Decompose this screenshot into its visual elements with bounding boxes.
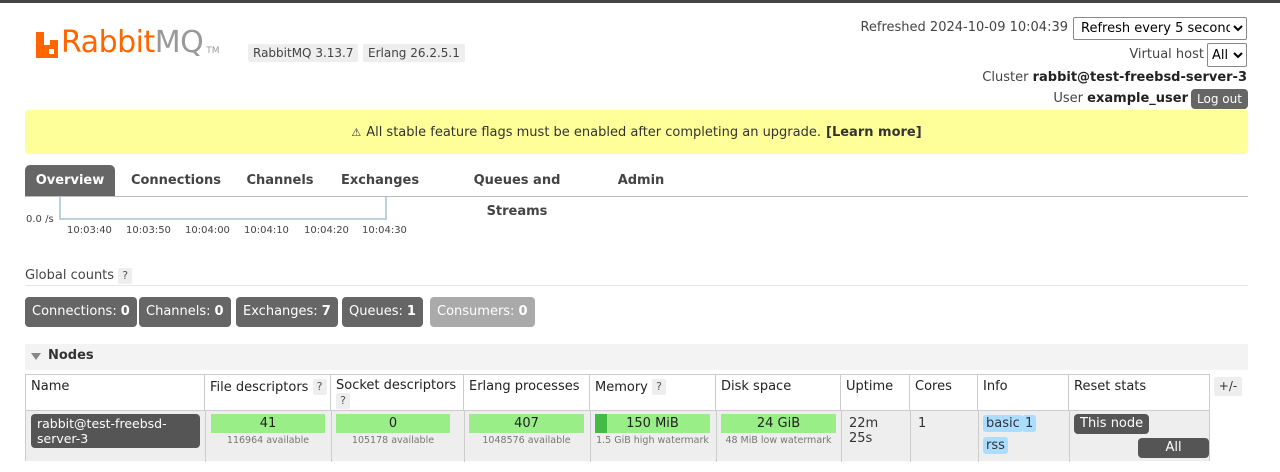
virtual-host-select[interactable]: All — [1207, 43, 1247, 67]
cluster-name: rabbit@test-freebsd-server-3 — [1032, 70, 1247, 85]
nodes-section-header[interactable]: Nodes — [25, 344, 1248, 370]
chart-x-tick: 10:04:20 — [304, 225, 349, 236]
tab-queues-and-streams[interactable]: Queues and Streams — [443, 165, 591, 219]
disk-space-bar: 24 GiB — [721, 414, 836, 433]
collapse-triangle-icon — [31, 353, 41, 360]
socket-descriptors-bar: 0 — [336, 414, 450, 433]
chart-x-tick: 10:03:50 — [126, 225, 171, 236]
user-info: User example_user — [1053, 91, 1188, 106]
consumers-count-button[interactable]: Consumers: 0 — [430, 297, 535, 327]
uptime-value: 22m 25s — [849, 416, 879, 446]
socket-descriptors-available: 105178 available — [351, 435, 435, 446]
refreshed-time: 2024-10-09 10:04:39 — [929, 20, 1068, 35]
info-tag-basic[interactable]: basic — [983, 415, 1023, 432]
queues-count-button[interactable]: Queues: 1 — [342, 297, 423, 327]
rabbitmq-version-badge: RabbitMQ 3.13.7 — [248, 44, 359, 62]
column-header-reset-stats: Reset stats — [1069, 375, 1209, 410]
banner-text: All stable feature flags must be enabled… — [366, 124, 822, 140]
tab-overview[interactable]: Overview — [25, 165, 115, 196]
column-toggle-button[interactable]: +/- — [1214, 377, 1242, 396]
channels-count-button[interactable]: Channels: 0 — [139, 297, 231, 327]
learn-more-link[interactable]: [Learn more] — [826, 125, 922, 140]
logout-button[interactable]: Log out — [1191, 89, 1248, 109]
column-header-socket-descriptors: Socket descriptors? — [331, 375, 464, 410]
virtual-host-label: Virtual host — [1129, 47, 1204, 62]
nodes-title: Nodes — [48, 348, 94, 363]
global-counts-title: Global counts ? — [25, 268, 133, 284]
column-header-cores: Cores — [910, 375, 978, 410]
help-icon[interactable]: ? — [118, 268, 133, 284]
table-row: rabbit@test-freebsd-server-3 41 116964 a… — [26, 410, 1209, 472]
nodes-table: Name File descriptors ? Socket descripto… — [25, 374, 1210, 472]
erlang-processes-available: 1048576 available — [482, 435, 571, 446]
cluster-info: Cluster rabbit@test-freebsd-server-3 — [982, 70, 1247, 85]
chart-x-tick: 10:03:40 — [67, 225, 112, 236]
file-descriptors-available: 116964 available — [226, 435, 310, 446]
reset-all-nodes-button[interactable]: All nodes — [1138, 438, 1209, 472]
user-name: example_user — [1087, 91, 1188, 106]
file-descriptors-bar: 41 — [211, 414, 325, 433]
info-tag-count[interactable]: 1 — [1022, 415, 1037, 432]
rabbitmq-logo-icon — [36, 32, 58, 58]
column-header-name: Name — [26, 375, 205, 410]
memory-value: 150 MiB — [626, 416, 679, 431]
divider — [25, 285, 1248, 286]
top-bar — [0, 0, 1280, 3]
help-icon[interactable]: ? — [312, 379, 327, 395]
erlang-processes-bar: 407 — [469, 414, 584, 433]
connections-count-button[interactable]: Connections: 0 — [25, 297, 137, 327]
warning-icon: ⚠ — [351, 125, 362, 139]
column-header-disk-space: Disk space — [716, 375, 841, 410]
memory-used-fill — [595, 414, 607, 433]
chart-x-tick: 10:04:30 — [362, 225, 407, 236]
column-header-memory: Memory ? — [590, 375, 716, 410]
column-header-erlang-processes: Erlang processes — [464, 375, 590, 410]
refresh-interval-select[interactable]: Refresh every 5 seconds — [1073, 17, 1247, 40]
column-header-file-descriptors: File descriptors ? — [205, 375, 331, 410]
chart-x-tick: 10:04:00 — [185, 225, 230, 236]
tab-admin[interactable]: Admin — [611, 165, 671, 196]
tab-channels[interactable]: Channels — [243, 165, 317, 196]
memory-bar: 150 MiB — [595, 414, 710, 433]
erlang-version-badge: Erlang 26.2.5.1 — [363, 44, 465, 62]
message-rate-chart — [59, 197, 387, 220]
chart-y-label: 0.0 /s — [26, 214, 54, 225]
feature-flag-warning-banner: ⚠ All stable feature flags must be enabl… — [25, 110, 1248, 154]
node-name-link[interactable]: rabbit@test-freebsd-server-3 — [31, 414, 200, 448]
memory-high-watermark: 1.5 GiB high watermark — [596, 435, 709, 446]
help-icon[interactable]: ? — [652, 379, 667, 395]
exchanges-count-button[interactable]: Exchanges: 7 — [236, 297, 338, 327]
column-header-info: Info — [978, 375, 1069, 410]
chart-x-tick: 10:04:10 — [244, 225, 289, 236]
logo-trademark: TM — [206, 46, 220, 56]
column-header-uptime: Uptime — [841, 375, 910, 410]
cores-value: 1 — [918, 416, 927, 431]
info-tag-rss[interactable]: rss — [983, 437, 1008, 454]
refreshed-info: Refreshed 2024-10-09 10:04:39 — [860, 20, 1068, 35]
logo-wordmark: RabbitMQ — [61, 25, 204, 60]
tab-exchanges[interactable]: Exchanges — [337, 165, 423, 196]
main-nav-tabs: Overview Connections Channels Exchanges … — [25, 165, 1248, 219]
disk-space-low-watermark: 48 MiB low watermark — [725, 435, 832, 446]
reset-this-node-button[interactable]: This node — [1074, 414, 1150, 434]
help-icon[interactable]: ? — [336, 393, 350, 409]
tab-connections[interactable]: Connections — [129, 165, 223, 196]
rabbitmq-logo[interactable]: RabbitMQ TM — [36, 28, 220, 58]
